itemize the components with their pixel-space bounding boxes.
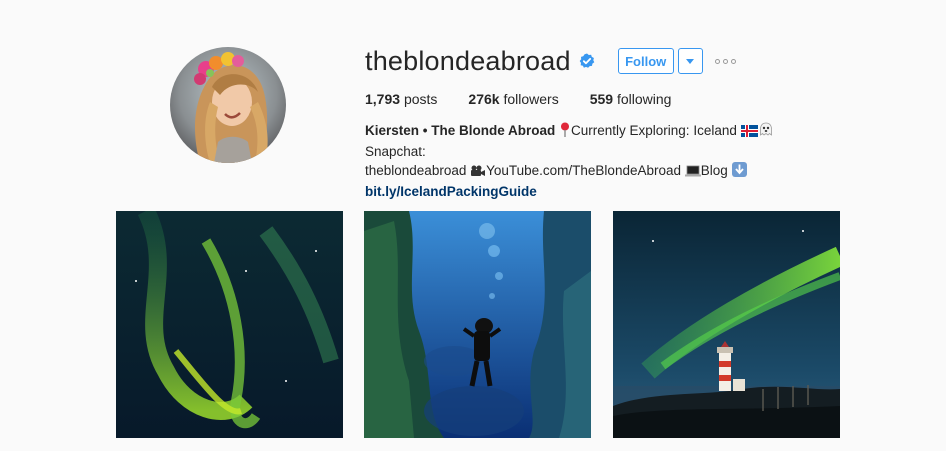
following-count: 559 [589, 91, 614, 107]
aurora-photo [116, 211, 343, 438]
iceland-flag-icon [740, 123, 758, 142]
bio-line-2: theblondeabroad YouTube.com/TheBlondeAbr… [365, 161, 825, 182]
dot-icon [722, 58, 728, 64]
verified-badge-icon [579, 53, 595, 69]
following-label: following [616, 91, 672, 107]
followers-stat[interactable]: 276k followers [468, 91, 558, 107]
dot-icon [714, 58, 720, 64]
post-thumbnail-underwater[interactable] [364, 211, 591, 438]
following-stat[interactable]: 559 following [590, 91, 672, 107]
posts-count: 1,793 [365, 91, 401, 107]
profile-bio: Kiersten • The Blonde Abroad Currently E… [365, 121, 825, 201]
post-thumbnail-lighthouse[interactable] [613, 211, 840, 438]
profile-header: theblondeabroad Follow [365, 44, 736, 78]
video-camera-icon [470, 163, 486, 182]
pin-icon [559, 122, 571, 142]
suggested-accounts-dropdown-button[interactable] [677, 48, 703, 74]
bio-full-name: Kiersten • The Blonde Abroad [365, 123, 556, 138]
posts-stat: 1,793 posts [365, 91, 437, 107]
more-options-button[interactable] [714, 51, 736, 71]
ghost-icon [758, 122, 774, 142]
laptop-icon [684, 163, 701, 182]
lighthouse-photo [613, 211, 840, 438]
down-arrow-icon [731, 162, 747, 182]
bio-blog-text: Blog [700, 163, 728, 178]
caret-down-icon [686, 58, 695, 64]
bio-youtube-text: YouTube.com/TheBlondeAbroad [486, 163, 681, 178]
bio-location-text: Currently Exploring: Iceland [571, 123, 737, 138]
posts-label: posts [403, 91, 438, 107]
post-thumbnail-aurora[interactable] [116, 211, 343, 438]
bio-snapchat-label: Snapchat: [365, 144, 426, 159]
followers-count: 276k [468, 91, 500, 107]
profile-avatar [170, 47, 286, 163]
dot-icon [730, 58, 736, 64]
bio-external-link[interactable]: bit.ly/IcelandPackingGuide [365, 182, 825, 201]
followers-label: followers [503, 91, 559, 107]
bio-snapchat-handle: theblondeabroad [365, 163, 467, 178]
underwater-photo [364, 211, 591, 438]
bio-line-1: Kiersten • The Blonde Abroad Currently E… [365, 121, 825, 161]
username: theblondeabroad [365, 45, 571, 76]
follow-button[interactable]: Follow [617, 48, 674, 74]
profile-stats: 1,793 posts 276k followers 559 following [365, 91, 702, 107]
posts-grid [116, 211, 840, 451]
